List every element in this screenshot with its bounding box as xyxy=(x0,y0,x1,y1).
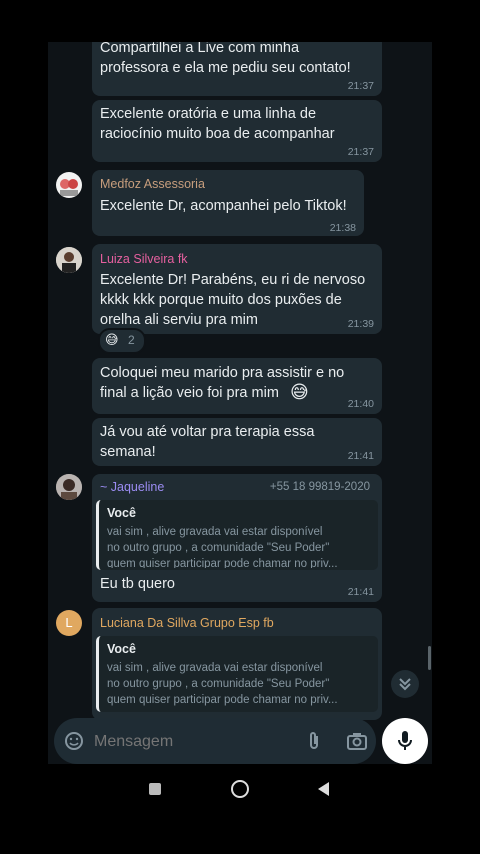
message-bubble[interactable]: Luiza Silveira fk Excelente Dr! Parabéns… xyxy=(92,244,382,334)
reaction-count: 2 xyxy=(128,333,135,347)
message-bubble[interactable]: Coloquei meu marido pra assistir e no fi… xyxy=(92,358,382,414)
message-bubble[interactable]: Excelente oratória e uma linha de racioc… xyxy=(92,100,382,162)
message-time: 21:41 xyxy=(347,586,374,598)
scroll-down-button[interactable] xyxy=(391,670,419,698)
message-time: 21:40 xyxy=(347,398,374,410)
attach-icon[interactable] xyxy=(306,730,322,752)
quote-text: vai sim , alive gravada vai estar dispon… xyxy=(107,526,338,568)
message-bubble[interactable]: Já vou até voltar pra terapia essa seman… xyxy=(92,418,382,466)
message-text: Eu tb quero xyxy=(100,576,175,592)
sender-name[interactable]: ~ Jaqueline xyxy=(100,480,164,494)
sticker-icon[interactable] xyxy=(64,731,84,751)
quote-author: Você xyxy=(107,506,136,520)
message-time: 21:41 xyxy=(347,450,374,462)
avatar-jaqueline[interactable] xyxy=(56,474,82,500)
back-icon[interactable] xyxy=(316,781,330,797)
message-text: Coloquei meu marido pra assistir e no fi… xyxy=(100,365,345,401)
double-chevron-down-icon xyxy=(399,678,411,691)
sender-name[interactable]: Luiza Silveira fk xyxy=(100,252,188,266)
message-time: 21:37 xyxy=(347,80,374,92)
message-text: Excelente Dr, acompanhei pelo Tiktok! xyxy=(100,198,347,214)
message-text: Compartilhei a Live com minha professora… xyxy=(100,42,351,76)
message-text: Excelente Dr! Parabéns, eu ri de nervoso… xyxy=(100,272,366,328)
avatar-luiza[interactable] xyxy=(56,247,82,273)
avatar-letter: L xyxy=(65,615,73,630)
avatar-medfoz[interactable] xyxy=(56,172,82,198)
phone-screen: Compartilhei a Live com minha professora… xyxy=(48,42,432,812)
mic-button[interactable] xyxy=(382,718,428,764)
message-text: Excelente oratória e uma linha de racioc… xyxy=(100,106,335,142)
quoted-message[interactable]: Você vai sim , alive gravada vai estar d… xyxy=(96,500,378,570)
home-button[interactable] xyxy=(231,780,249,798)
message-composer[interactable] xyxy=(54,718,376,764)
message-bubble[interactable]: Compartilhei a Live com minha professora… xyxy=(92,42,382,96)
message-text: Já vou até voltar pra terapia essa seman… xyxy=(100,424,315,460)
message-time: 21:39 xyxy=(347,318,374,330)
message-bubble[interactable]: ~ Jaqueline +55 18 99819-2020 Você vai s… xyxy=(92,474,382,602)
laughing-emoji-icon: 😅 xyxy=(290,382,309,402)
reaction-pill[interactable]: 😅 2 xyxy=(98,328,146,354)
scrollbar[interactable] xyxy=(428,646,431,670)
message-time: 21:37 xyxy=(347,146,374,158)
sender-name[interactable]: Luciana Da Sillva Grupo Esp fb xyxy=(100,616,274,630)
quote-text: vai sim , alive gravada vai estar dispon… xyxy=(107,662,338,706)
microphone-icon xyxy=(398,731,412,750)
sender-phone: +55 18 99819-2020 xyxy=(269,481,370,493)
camera-icon[interactable] xyxy=(346,731,368,751)
message-time: 21:38 xyxy=(329,222,356,234)
reaction-emoji: 😅 xyxy=(105,332,119,347)
message-bubble[interactable]: Luciana Da Sillva Grupo Esp fb Você vai … xyxy=(92,608,382,720)
quote-author: Você xyxy=(107,642,136,656)
message-bubble[interactable]: Medfoz Assessoria Excelente Dr, acompanh… xyxy=(92,170,364,236)
message-input[interactable] xyxy=(92,728,276,756)
avatar-luciana[interactable]: L xyxy=(56,610,82,636)
sender-name[interactable]: Medfoz Assessoria xyxy=(100,177,205,191)
quoted-message[interactable]: Você vai sim , alive gravada vai estar d… xyxy=(96,636,378,712)
recents-button[interactable] xyxy=(149,783,161,795)
system-nav-bar xyxy=(48,764,432,812)
